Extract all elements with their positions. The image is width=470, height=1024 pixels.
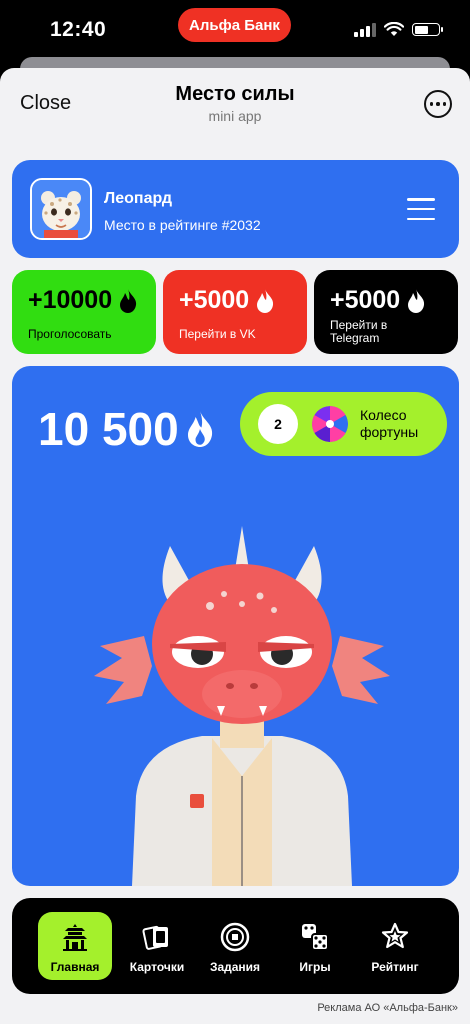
balance-display: 10 500 [38, 402, 215, 456]
wheel-label: Колесо фортуны [360, 407, 419, 440]
tab-cards[interactable]: Карточки [120, 912, 194, 980]
telegram-reward-amount: +5000 [330, 286, 401, 314]
flame-icon [408, 288, 425, 313]
tab-tasks-label: Задания [209, 960, 261, 974]
more-options-icon[interactable] [424, 90, 452, 118]
tab-games[interactable]: Игры [278, 912, 352, 980]
cards-icon [142, 925, 168, 950]
main-balance-card: 10 500 2 Колесо фортуны [12, 366, 459, 886]
flame-icon [120, 288, 137, 313]
vote-reward-amount: +10000 [28, 286, 113, 314]
battery-icon [412, 23, 443, 36]
tab-rating-label: Рейтинг [371, 960, 419, 974]
bank-pill[interactable]: Альфа Банк [178, 8, 291, 42]
telegram-reward-label: Перейти в Telegram [330, 318, 388, 345]
tab-tasks[interactable]: Задания [198, 912, 272, 980]
dice-icon [302, 924, 329, 951]
bottom-tab-bar: Главная Карточки Задания Игры Рейтинг [12, 898, 459, 994]
tab-home-label: Главная [50, 960, 100, 974]
dragon-mascot [94, 526, 390, 886]
tab-cards-label: Карточки [129, 960, 185, 974]
status-time: 12:40 [50, 18, 107, 41]
tab-games-label: Игры [299, 960, 331, 974]
fortune-wheel-button[interactable]: 2 Колесо фортуны [240, 392, 447, 456]
coin-icon [220, 922, 250, 952]
vk-reward-label: Перейти в VK [179, 327, 256, 341]
tab-home[interactable]: Главная [38, 912, 112, 980]
ad-disclaimer: Реклама АО «Альфа-Банк» [317, 1002, 458, 1014]
flame-icon [257, 288, 274, 313]
hamburger-menu-icon[interactable] [407, 198, 435, 220]
vote-reward-label: Проголосовать [28, 327, 112, 341]
system-icons [354, 22, 443, 37]
status-bar: 12:40 Альфа Банк [0, 0, 470, 62]
signal-icon [354, 22, 376, 37]
wifi-icon [384, 22, 404, 36]
vk-reward-card[interactable]: +5000 Перейти в VK [163, 270, 307, 354]
profile-card[interactable]: Леопард Место в рейтинге #2032 [12, 160, 459, 258]
vote-reward-card[interactable]: +10000 Проголосовать [12, 270, 156, 354]
pagoda-icon [63, 924, 87, 951]
telegram-reward-card[interactable]: +5000 Перейти в Telegram [314, 270, 458, 354]
tab-rating[interactable]: Рейтинг [358, 912, 432, 980]
wheel-spins-count: 2 [258, 404, 298, 444]
flame-icon [187, 411, 212, 447]
vk-reward-amount: +5000 [179, 286, 250, 314]
page-subtitle: mini app [208, 108, 262, 124]
mini-app-header: Close Место силы mini app [0, 68, 470, 138]
profile-name: Леопард [104, 190, 172, 207]
fortune-wheel-icon [312, 406, 348, 442]
balance-value: 10 500 [38, 403, 179, 455]
page-title: Место силы [175, 83, 295, 105]
leopard-avatar [30, 178, 92, 240]
profile-rank: Место в рейтинге #2032 [104, 217, 261, 233]
star-badge-icon [381, 922, 409, 949]
